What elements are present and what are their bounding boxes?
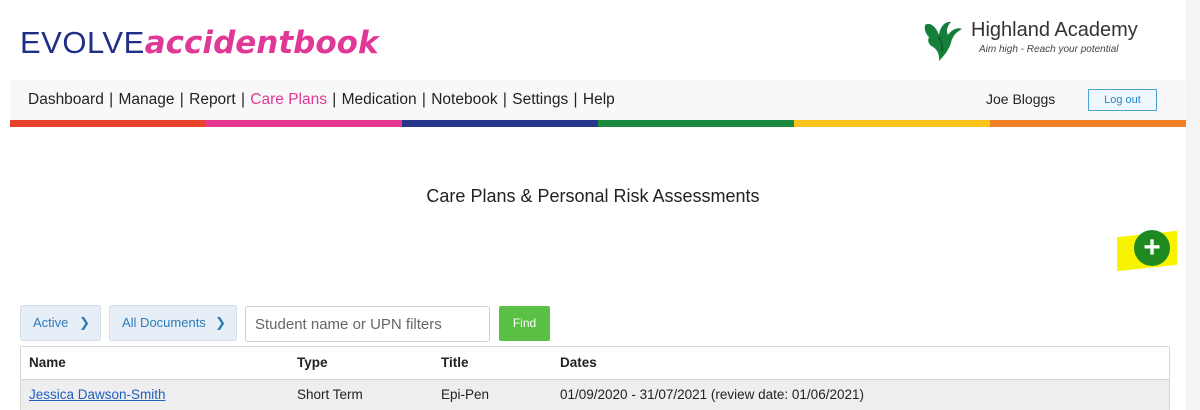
rainbow-segment — [598, 120, 794, 127]
column-header-title[interactable]: Title — [441, 347, 469, 379]
school-motto: Aim high - Reach your potential — [979, 44, 1119, 55]
document-filter-dropdown[interactable]: All Documents ❯ — [109, 305, 237, 341]
nav-separator: | — [104, 91, 118, 108]
nav-manage[interactable]: Manage — [118, 91, 174, 108]
logout-button[interactable]: Log out — [1088, 89, 1157, 111]
nav-notebook[interactable]: Notebook — [431, 91, 497, 108]
main-menu: Dashboard | Manage | Report | Care Plans… — [28, 91, 615, 109]
plan-title: Epi-Pen — [441, 387, 490, 402]
rainbow-segment — [794, 120, 990, 127]
page-title: Care Plans & Personal Risk Assessments — [426, 186, 760, 206]
nav-bar: Dashboard | Manage | Report | Care Plans… — [10, 80, 1186, 120]
chevron-down-icon: ❯ — [79, 315, 90, 330]
nav-separator: | — [327, 91, 341, 108]
add-plan-button[interactable]: + — [1134, 230, 1170, 266]
rainbow-segment — [10, 120, 206, 127]
page-scroll-gutter — [1186, 0, 1200, 410]
nav-separator: | — [175, 91, 189, 108]
user-name: Joe Bloggs — [986, 91, 1056, 107]
header: EVOLVEaccidentbook Highland Academy Aim … — [0, 0, 1186, 80]
student-name-link[interactable]: Jessica Dawson-Smith — [29, 380, 166, 410]
nav-separator: | — [569, 91, 582, 108]
column-header-dates[interactable]: Dates — [560, 347, 597, 379]
nav-report[interactable]: Report — [189, 91, 236, 108]
brand-logo-part1: EVOLVE — [20, 25, 145, 60]
care-plans-table: Name Type Title Dates Jessica Dawson-Smi… — [20, 346, 1170, 410]
nav-separator: | — [417, 91, 431, 108]
brand-logo[interactable]: EVOLVEaccidentbook — [20, 25, 379, 61]
nav-dashboard[interactable]: Dashboard — [28, 91, 104, 108]
rainbow-segment — [206, 120, 402, 127]
rainbow-divider — [10, 120, 1186, 127]
nav-separator: | — [236, 91, 250, 108]
column-header-name[interactable]: Name — [29, 347, 66, 379]
school-branding: Highland Academy Aim high - Reach your p… — [921, 15, 1166, 65]
student-search-input[interactable] — [245, 306, 490, 342]
brand-logo-part2: accidentbook — [144, 25, 379, 61]
app-frame: EVOLVEaccidentbook Highland Academy Aim … — [0, 0, 1200, 410]
rainbow-segment — [402, 120, 598, 127]
rainbow-segment — [990, 120, 1186, 127]
nav-care-plans[interactable]: Care Plans — [250, 91, 327, 108]
school-name: Highland Academy — [971, 19, 1138, 41]
status-filter-value: Active — [33, 315, 69, 330]
eagle-crest-icon — [924, 21, 962, 61]
find-button[interactable]: Find — [499, 306, 550, 341]
nav-separator: | — [498, 91, 512, 108]
plus-circle-icon: + — [1143, 231, 1161, 264]
plan-dates: 01/09/2020 - 31/07/2021 (review date: 01… — [560, 387, 864, 402]
column-header-type[interactable]: Type — [297, 347, 328, 379]
nav-settings[interactable]: Settings — [512, 91, 568, 108]
nav-help[interactable]: Help — [583, 91, 615, 108]
document-filter-value: All Documents — [122, 315, 206, 330]
table-header-row: Name Type Title Dates — [21, 347, 1169, 380]
table-row[interactable]: Jessica Dawson-Smith Short Term Epi-Pen … — [21, 380, 1169, 410]
status-filter-dropdown[interactable]: Active ❯ — [20, 305, 101, 341]
plan-type: Short Term — [297, 387, 363, 402]
chevron-down-icon: ❯ — [215, 315, 226, 330]
nav-medication[interactable]: Medication — [342, 91, 417, 108]
